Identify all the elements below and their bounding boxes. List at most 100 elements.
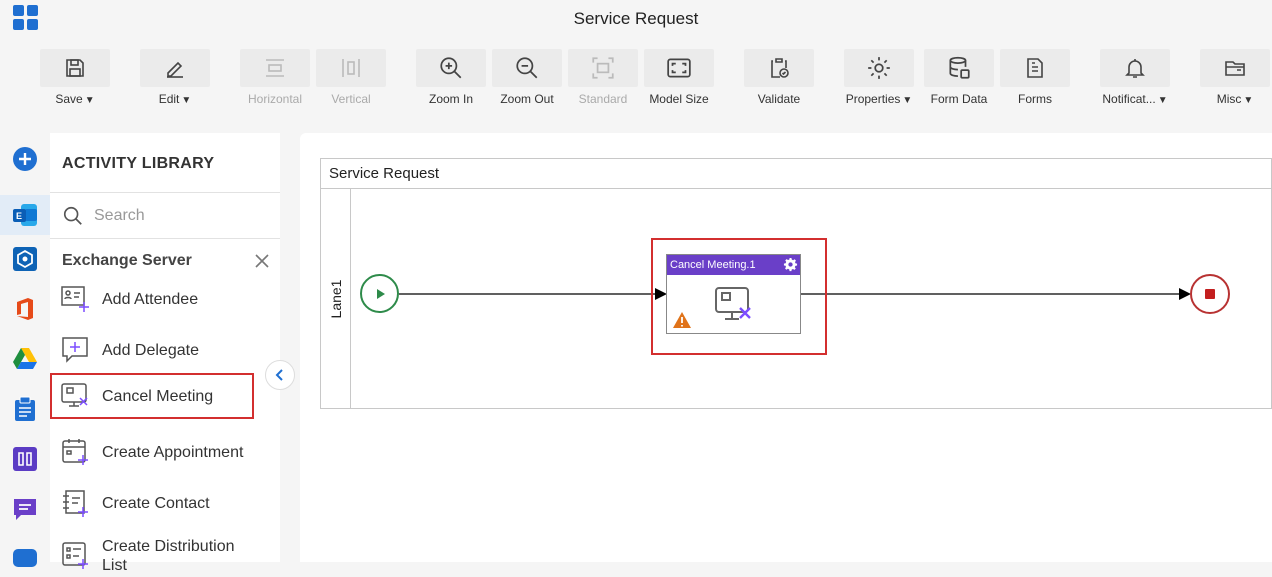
zoom-out-button[interactable]: Zoom Out (492, 49, 562, 106)
fit-screen-icon (667, 58, 691, 78)
end-event[interactable] (1190, 274, 1230, 314)
standard-label: Standard (578, 92, 628, 106)
chevron-down-icon: ▼ (1243, 95, 1254, 106)
form-builder-icon[interactable] (11, 445, 39, 473)
zoom-in-label: Zoom In (428, 92, 473, 106)
library-item-add-attendee[interactable]: Add Attendee (50, 276, 280, 322)
chevron-down-icon: ▼ (181, 95, 192, 106)
chevron-left-icon (275, 369, 283, 381)
library-item-label: Cancel Meeting (102, 388, 214, 405)
vertical-layout-icon (342, 59, 360, 77)
library-item-label: Create Distribution List (102, 538, 235, 574)
chat-icon[interactable] (11, 495, 39, 523)
exchange-icon[interactable]: E (0, 195, 50, 235)
lane-label: Lane1 (328, 279, 344, 319)
library-item-add-delegate[interactable]: Add Delegate (50, 327, 280, 373)
horizontal-label: Horizontal (247, 92, 303, 106)
forms-label: Forms (1018, 92, 1052, 106)
video-icon[interactable] (11, 543, 39, 571)
validate-button[interactable]: Validate (744, 49, 814, 106)
notifications-button[interactable]: Notificat... ▼ (1100, 49, 1170, 106)
azure-icon[interactable] (11, 245, 39, 273)
warning-icon[interactable] (672, 311, 692, 329)
search-input[interactable] (94, 205, 264, 227)
zoom-out-label: Zoom Out (500, 92, 554, 106)
save-label: Save (55, 92, 83, 106)
validate-label: Validate (757, 92, 801, 106)
svg-text:E: E (16, 211, 22, 221)
validate-icon (771, 58, 789, 78)
library-search (50, 193, 280, 239)
start-event[interactable] (360, 274, 399, 313)
activity-library: ACTIVITY LIBRARY Exchange Server Add Att… (50, 133, 280, 574)
forms-icon (1027, 58, 1043, 78)
create-appointment-icon (62, 439, 88, 465)
misc-label: Misc (1216, 92, 1242, 106)
misc-button[interactable]: Misc ▼ (1200, 49, 1270, 106)
toolbar: Save ▼ Edit ▼ Horizontal Vertical Zoom In … (0, 38, 1272, 114)
zoom-in-icon (440, 57, 462, 79)
edit-label: Edit (158, 92, 180, 106)
horizontal-layout-icon (266, 59, 284, 77)
library-item-create-appointment[interactable]: Create Appointment (50, 429, 280, 475)
office-icon[interactable] (11, 295, 39, 323)
vertical-label: Vertical (331, 92, 371, 106)
library-item-create-contact[interactable]: Create Contact (50, 480, 280, 526)
cancel-meeting-icon (61, 383, 88, 407)
add-circle-icon[interactable] (11, 145, 39, 173)
gear-icon (868, 57, 890, 79)
lane-header[interactable]: Lane1 (321, 189, 351, 409)
chevron-down-icon: ▼ (84, 95, 95, 106)
standard-button[interactable]: Standard (568, 49, 638, 106)
close-icon[interactable] (254, 253, 270, 269)
properties-button[interactable]: Properties ▼ (844, 49, 914, 106)
forms-button[interactable]: Forms (1000, 49, 1070, 106)
model-size-label: Model Size (649, 92, 709, 106)
page-title: Service Request (573, 9, 699, 28)
form-data-label: Form Data (930, 92, 988, 106)
search-icon (63, 206, 82, 225)
zoom-in-button[interactable]: Zoom In (416, 49, 486, 106)
task-header: Cancel Meeting.1 (667, 255, 800, 275)
left-icon-bar: E (0, 133, 50, 567)
chevron-down-icon: ▼ (1157, 95, 1168, 106)
play-icon (376, 288, 385, 299)
save-button[interactable]: Save ▼ (40, 49, 110, 106)
cancel-meeting-icon (715, 287, 751, 320)
category-title: Exchange Server (62, 252, 192, 269)
bell-icon (1125, 59, 1145, 78)
collapse-panel-button[interactable] (265, 360, 295, 390)
pencil-icon (167, 61, 183, 78)
vertical-button[interactable]: Vertical (316, 49, 386, 106)
standard-size-icon (592, 57, 614, 79)
google-drive-icon[interactable] (11, 345, 39, 373)
properties-label: Properties (845, 92, 901, 106)
create-contact-icon (63, 490, 88, 517)
library-item-cancel-meeting[interactable]: Cancel Meeting (50, 373, 254, 419)
library-item-label: Create Contact (102, 495, 210, 512)
library-item-create-distribution-list[interactable]: Create Distribution List (50, 531, 280, 577)
horizontal-button[interactable]: Horizontal (240, 49, 310, 106)
add-delegate-icon (62, 337, 88, 363)
stop-icon (1205, 289, 1215, 299)
gear-icon[interactable] (783, 257, 798, 272)
edit-button[interactable]: Edit ▼ (140, 49, 210, 106)
folder-icon (1225, 61, 1245, 76)
create-distribution-list-icon (62, 542, 88, 569)
library-item-label: Add Attendee (102, 291, 199, 308)
library-item-label: Create Appointment (102, 444, 244, 461)
library-item-label: Add Delegate (102, 342, 199, 359)
clipboard-icon[interactable] (11, 395, 39, 423)
notifications-label: Notificat... (1102, 92, 1156, 106)
pool-title: Service Request (321, 159, 1271, 189)
chevron-down-icon: ▼ (902, 95, 913, 106)
library-title: ACTIVITY LIBRARY (62, 155, 215, 172)
task-label: Cancel Meeting.1 (670, 259, 756, 271)
cancel-meeting-task[interactable]: Cancel Meeting.1 (666, 254, 801, 334)
save-icon (66, 59, 84, 77)
database-icon (949, 56, 970, 79)
divider (50, 238, 280, 239)
model-size-button[interactable]: Model Size (644, 49, 714, 106)
form-data-button[interactable]: Form Data (924, 49, 994, 106)
zoom-out-icon (516, 57, 538, 79)
